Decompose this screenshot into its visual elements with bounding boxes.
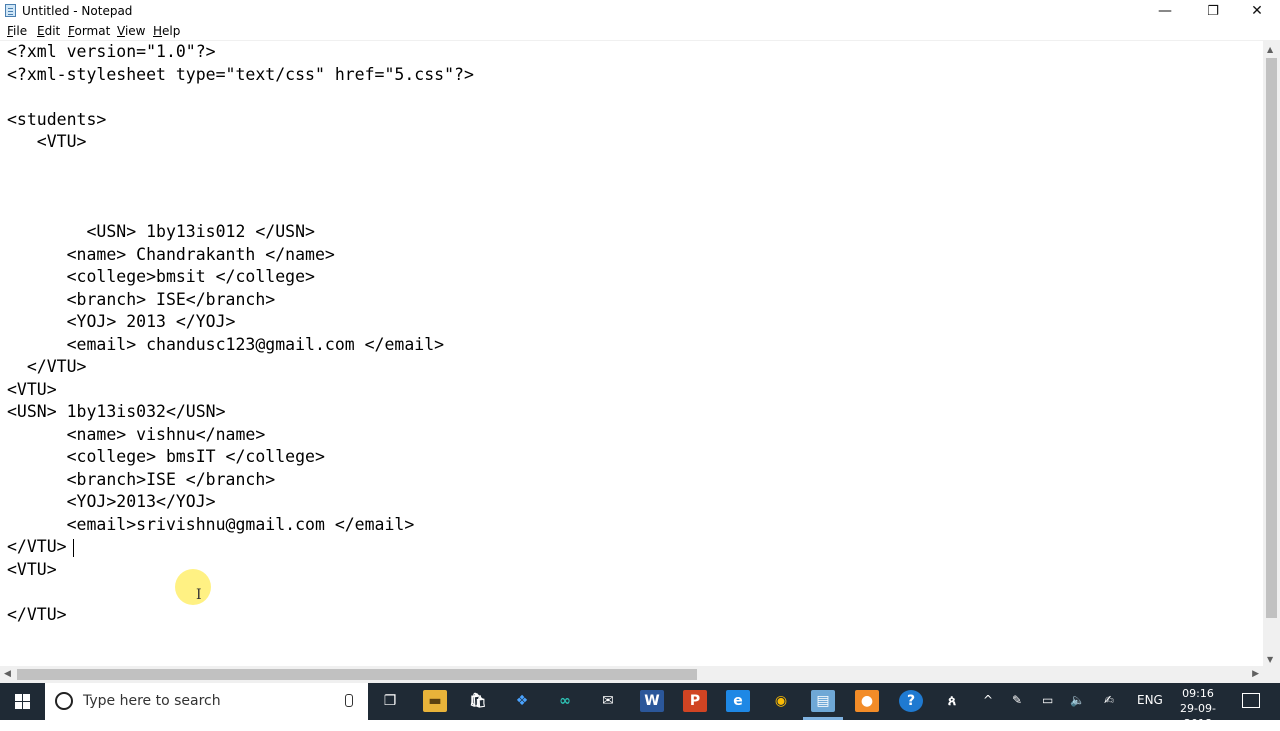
scroll-down-arrow-icon[interactable]: ▼ [1267, 655, 1273, 664]
horizontal-scroll-thumb[interactable] [17, 669, 697, 680]
powerpoint-icon[interactable]: P [683, 690, 707, 712]
text-editor[interactable]: <?xml version="1.0"?> <?xml-stylesheet t… [0, 41, 1263, 666]
editor-line: <USN> 1by13is012 </USN> [7, 222, 315, 241]
pen-workspace-icon[interactable]: ✍ [1104, 693, 1114, 707]
clock-time: 09:16 [1182, 687, 1214, 700]
menu-help[interactable]: Help [153, 24, 180, 38]
task-view-icon[interactable]: ❐ [378, 690, 402, 712]
editor-line: <VTU> [7, 559, 57, 579]
mail-icon[interactable]: ✉ [596, 690, 620, 712]
vertical-scroll-thumb[interactable] [1266, 58, 1277, 618]
editor-line: <name> vishnu</name> [7, 424, 266, 444]
microphone-icon[interactable] [345, 694, 353, 707]
volume-icon[interactable]: 🔈 [1070, 693, 1085, 707]
scroll-right-arrow-icon[interactable]: ▶ [1252, 669, 1259, 679]
close-button[interactable]: ✕ [1234, 0, 1280, 22]
menu-bar: File Edit Format View Help [0, 22, 1280, 41]
title-bar: Untitled - Notepad — ❐ ✕ [0, 0, 1280, 22]
editor-line: <college>bmsit </college> [7, 267, 315, 286]
search-icon [55, 692, 73, 710]
editor-line: <VTU> [7, 379, 57, 399]
scrollbar-corner [1263, 666, 1280, 683]
editor-line: <students> [7, 109, 107, 129]
editor-line: <YOJ>2013</YOJ> [7, 492, 216, 511]
menu-format[interactable]: Format [68, 24, 110, 38]
battery-icon[interactable]: ▭ [1042, 693, 1053, 707]
notepad-icon[interactable]: ▤ [811, 690, 835, 712]
cortana-person-icon[interactable]: ጰ [940, 690, 964, 712]
editor-line: <?xml version="1.0"?> [7, 42, 216, 61]
restore-button[interactable]: ❐ [1190, 0, 1236, 22]
editor-line: <email> chandusc123@gmail.com </email> [7, 334, 445, 354]
chrome-icon[interactable]: ◉ [769, 690, 793, 712]
network-pen-icon[interactable]: ✎ [1012, 693, 1022, 707]
editor-line: </VTU> [7, 357, 87, 376]
scroll-up-arrow-icon[interactable]: ▲ [1267, 45, 1273, 54]
window-title: Untitled - Notepad [22, 4, 133, 18]
taskbar-search-box[interactable]: Type here to search [45, 683, 368, 720]
horizontal-scrollbar[interactable]: ◀ ▶ [0, 666, 1263, 683]
editor-line: <USN> 1by13is032</USN> [7, 402, 226, 421]
editor-line: <email>srivishnu@gmail.com </email> [7, 514, 415, 534]
editor-line: </VTU> [7, 537, 67, 556]
editor-line: <college> bmsIT </college> [7, 447, 325, 466]
editor-line: <VTU> [7, 132, 87, 151]
system-clock[interactable]: 09:16 29-09-2018 [1170, 686, 1226, 731]
help-icon[interactable]: ? [899, 690, 923, 712]
search-placeholder: Type here to search [83, 693, 221, 709]
clock-date: 29-09-2018 [1180, 702, 1216, 730]
start-button[interactable] [0, 683, 44, 720]
editor-line: <?xml-stylesheet type="text/css" href="5… [7, 64, 474, 84]
scroll-left-arrow-icon[interactable]: ◀ [4, 669, 11, 679]
editor-line: <branch> ISE</branch> [7, 289, 276, 309]
action-center-icon[interactable] [1242, 693, 1260, 708]
editor-line: </VTU> [7, 604, 67, 624]
minimize-button[interactable]: — [1142, 0, 1188, 22]
chevron-up-icon[interactable]: ^ [983, 693, 993, 707]
vertical-scrollbar[interactable]: ▲ ▼ [1263, 41, 1280, 666]
text-caret [73, 539, 74, 557]
notepad-app-icon [5, 4, 16, 17]
file-explorer-icon[interactable]: ▬ [423, 690, 447, 712]
windows-logo-icon [14, 694, 30, 709]
screen-recorder-icon[interactable]: ● [855, 690, 879, 712]
cursor-highlight [175, 569, 211, 605]
editor-line: <branch>ISE </branch> [7, 469, 276, 489]
store-icon[interactable]: 🛍 [466, 690, 490, 712]
ibeam-cursor-icon: I [196, 587, 202, 603]
taskbar: Type here to search ❐ ▬ 🛍 ❖ ∞ ✉ W P e ◉ … [0, 683, 1280, 730]
menu-edit[interactable]: Edit [37, 24, 60, 38]
word-icon[interactable]: W [640, 690, 664, 712]
edge-icon[interactable]: e [726, 690, 750, 712]
dropbox-icon[interactable]: ❖ [510, 690, 534, 712]
editor-line: <name> Chandrakanth </name> [7, 244, 335, 264]
arduino-icon[interactable]: ∞ [553, 690, 577, 712]
editor-line: <YOJ> 2013 </YOJ> [7, 312, 236, 331]
menu-view[interactable]: View [117, 24, 145, 38]
menu-file[interactable]: File [7, 24, 27, 38]
input-language-indicator[interactable]: ENG [1137, 693, 1163, 707]
